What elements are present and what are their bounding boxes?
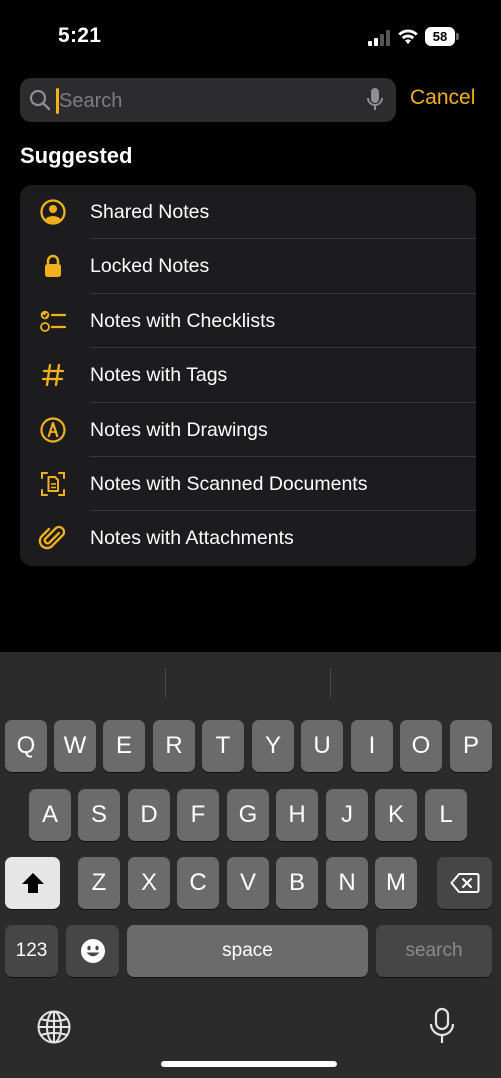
delete-key[interactable] bbox=[437, 857, 492, 909]
search-icon bbox=[29, 89, 51, 111]
key-v[interactable]: V bbox=[227, 857, 269, 909]
emoji-icon bbox=[80, 939, 105, 963]
key-c[interactable]: C bbox=[177, 857, 219, 909]
list-item-label: Notes with Scanned Documents bbox=[90, 472, 368, 495]
backspace-icon bbox=[450, 873, 479, 893]
key-a[interactable]: A bbox=[29, 789, 71, 841]
space-key[interactable]: space bbox=[127, 925, 368, 977]
dictation-mic-icon[interactable] bbox=[365, 87, 385, 113]
keyboard-mic-icon[interactable] bbox=[428, 1007, 456, 1045]
key-b[interactable]: B bbox=[276, 857, 318, 909]
suggestion-divider bbox=[165, 668, 166, 698]
section-title-suggested: Suggested bbox=[20, 143, 133, 168]
key-s[interactable]: S bbox=[78, 789, 120, 841]
scanned-document-icon bbox=[41, 471, 65, 496]
numbers-key[interactable]: 123 bbox=[5, 925, 58, 977]
pencil-tip-circle-icon bbox=[40, 416, 66, 443]
hashtag-icon bbox=[41, 364, 65, 387]
key-x[interactable]: X bbox=[128, 857, 170, 909]
key-k[interactable]: K bbox=[375, 789, 417, 841]
emoji-key[interactable] bbox=[66, 925, 119, 977]
status-bar: 5:21 58 bbox=[0, 0, 501, 60]
checklist-icon bbox=[40, 310, 67, 332]
list-item-label: Notes with Drawings bbox=[90, 418, 268, 441]
key-i[interactable]: I bbox=[351, 720, 393, 772]
status-time: 5:21 bbox=[58, 24, 102, 47]
paperclip-icon bbox=[38, 526, 66, 550]
shift-key[interactable] bbox=[5, 857, 60, 909]
key-n[interactable]: N bbox=[326, 857, 368, 909]
shift-icon bbox=[21, 873, 44, 893]
key-d[interactable]: D bbox=[128, 789, 170, 841]
key-o[interactable]: O bbox=[400, 720, 442, 772]
list-item-notes-with-checklists[interactable]: Notes with Checklists bbox=[20, 294, 476, 349]
key-u[interactable]: U bbox=[301, 720, 343, 772]
key-f[interactable]: F bbox=[177, 789, 219, 841]
cancel-button[interactable]: Cancel bbox=[410, 86, 475, 110]
battery-tip bbox=[456, 33, 459, 40]
key-l[interactable]: L bbox=[425, 789, 467, 841]
battery-level: 58 bbox=[425, 27, 455, 46]
key-z[interactable]: Z bbox=[78, 857, 120, 909]
text-cursor bbox=[56, 88, 59, 114]
list-item-label: Notes with Attachments bbox=[90, 527, 294, 550]
key-w[interactable]: W bbox=[54, 720, 96, 772]
list-item-label: Notes with Tags bbox=[90, 364, 228, 387]
list-item-label: Locked Notes bbox=[90, 255, 210, 278]
key-y[interactable]: Y bbox=[252, 720, 294, 772]
key-j[interactable]: J bbox=[326, 789, 368, 841]
suggested-list: Shared Notes Locked Notes Notes with Che… bbox=[20, 185, 476, 566]
home-indicator bbox=[161, 1061, 337, 1067]
search-placeholder: Search bbox=[59, 90, 123, 112]
suggestion-divider bbox=[330, 668, 331, 698]
list-item-label: Notes with Checklists bbox=[90, 309, 276, 332]
list-item-notes-with-scanned-documents[interactable]: Notes with Scanned Documents bbox=[20, 457, 476, 512]
person-circle-icon bbox=[40, 199, 66, 225]
key-p[interactable]: P bbox=[450, 720, 492, 772]
list-item-shared-notes[interactable]: Shared Notes bbox=[20, 185, 476, 240]
battery-indicator: 58 bbox=[425, 27, 459, 46]
list-item-locked-notes[interactable]: Locked Notes bbox=[20, 239, 476, 294]
key-h[interactable]: H bbox=[276, 789, 318, 841]
list-item-notes-with-tags[interactable]: Notes with Tags bbox=[20, 348, 476, 403]
globe-icon[interactable] bbox=[36, 1009, 72, 1045]
cellular-signal-icon bbox=[368, 30, 390, 46]
list-item-notes-with-drawings[interactable]: Notes with Drawings bbox=[20, 403, 476, 457]
key-r[interactable]: R bbox=[153, 720, 195, 772]
list-item-label: Shared Notes bbox=[90, 201, 210, 223]
wifi-icon bbox=[398, 29, 418, 44]
key-e[interactable]: E bbox=[103, 720, 145, 772]
list-item-notes-with-attachments[interactable]: Notes with Attachments bbox=[20, 511, 476, 565]
lock-icon bbox=[45, 255, 61, 278]
key-m[interactable]: M bbox=[375, 857, 417, 909]
key-q[interactable]: Q bbox=[5, 720, 47, 772]
keyboard: Q W E R T Y U I O P A S D F G H J K L Z … bbox=[0, 652, 501, 1078]
search-key[interactable]: search bbox=[376, 925, 492, 977]
key-g[interactable]: G bbox=[227, 789, 269, 841]
key-t[interactable]: T bbox=[202, 720, 244, 772]
